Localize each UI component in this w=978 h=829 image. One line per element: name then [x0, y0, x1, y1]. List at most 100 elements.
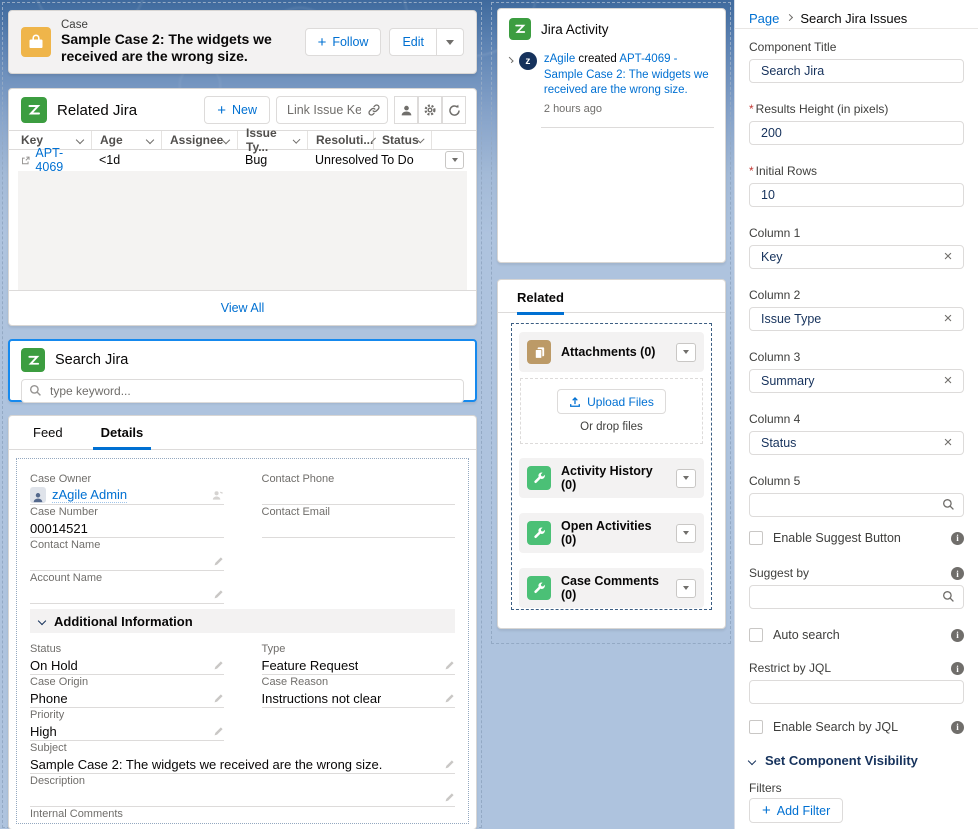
builder-region-main: Case Sample Case 2: The widgets we recei… — [2, 2, 482, 828]
chevron-down-icon — [76, 136, 84, 144]
column2-input[interactable] — [749, 307, 964, 331]
column4-input[interactable] — [749, 431, 964, 455]
issue-key-link[interactable]: APT-4069 — [35, 146, 83, 174]
section-additional-information[interactable]: Additional Information — [30, 609, 455, 633]
field-type: Type Feature Request — [262, 643, 456, 676]
column-header-resolution[interactable]: Resoluti... — [307, 131, 373, 149]
edit-pencil-icon[interactable] — [213, 660, 224, 671]
column-header-status[interactable]: Status — [373, 131, 431, 149]
related-jira-card: Related Jira + New — [8, 88, 477, 326]
breadcrumb-page-link[interactable]: Page — [749, 11, 779, 26]
edit-pencil-icon[interactable] — [444, 660, 455, 671]
enable-search-jql-checkbox[interactable] — [749, 720, 763, 734]
chevron-right-icon[interactable] — [507, 57, 513, 63]
collapse-button[interactable] — [676, 524, 696, 543]
search-jira-card-selected[interactable]: Search Jira — [8, 339, 477, 402]
chevron-down-icon — [683, 531, 689, 535]
file-dropzone[interactable]: Upload Files Or drop files — [520, 378, 703, 444]
edit-pencil-icon[interactable] — [444, 693, 455, 704]
plus-icon: + — [318, 35, 327, 50]
info-icon[interactable]: i — [951, 567, 964, 580]
clear-icon[interactable]: × — [940, 372, 956, 388]
column-header-issue-type[interactable]: Issue Ty... — [237, 131, 307, 149]
collapse-button[interactable] — [676, 579, 696, 598]
enable-suggest-checkbox[interactable] — [749, 531, 763, 545]
field-priority: Priority High — [30, 709, 224, 742]
upload-icon — [569, 396, 581, 408]
plus-icon: + — [762, 803, 771, 818]
column-header-age[interactable]: Age — [91, 131, 161, 149]
more-actions-button[interactable] — [437, 28, 464, 56]
edit-pencil-icon[interactable] — [213, 556, 224, 567]
restrict-jql-input[interactable] — [749, 680, 964, 704]
settings-button[interactable] — [418, 96, 442, 124]
avatar — [30, 487, 46, 503]
edit-pencil-icon[interactable] — [213, 726, 224, 737]
case-owner-link[interactable]: zAgile Admin — [52, 487, 127, 503]
column-header-assignee[interactable]: Assignee — [161, 131, 237, 149]
edit-button[interactable]: Edit — [389, 28, 437, 56]
row-actions-button[interactable] — [445, 151, 464, 169]
column1-group: Column 1 × — [749, 226, 964, 269]
refresh-button[interactable] — [442, 96, 466, 124]
info-icon[interactable]: i — [951, 532, 964, 545]
info-icon[interactable]: i — [951, 721, 964, 734]
suggest-by-input[interactable] — [749, 585, 964, 609]
field-contact-email: Contact Email — [262, 506, 456, 539]
edit-pencil-icon[interactable] — [213, 589, 224, 600]
column3-input[interactable] — [749, 369, 964, 393]
clear-icon[interactable]: × — [940, 310, 956, 326]
auto-search-checkbox[interactable] — [749, 628, 763, 642]
initial-rows-input[interactable] — [749, 183, 964, 207]
collapse-button[interactable] — [676, 343, 696, 362]
field-case-number: Case Number 00014521 — [30, 506, 224, 539]
chevron-down-icon — [452, 158, 458, 162]
tab-details[interactable]: Details — [93, 425, 152, 449]
activity-history-card: Activity History (0) — [519, 458, 704, 498]
field-status: Status On Hold — [30, 643, 224, 676]
component-title-group: Component Title — [749, 40, 964, 83]
search-keyword-input[interactable] — [21, 379, 464, 403]
jira-activity-card: Jira Activity z zAgile created APT-4069 … — [497, 8, 726, 263]
zagile-icon — [21, 97, 47, 123]
actor-link[interactable]: zAgile — [544, 53, 575, 65]
upload-files-button[interactable]: Upload Files — [557, 389, 666, 414]
results-height-input[interactable] — [749, 121, 964, 145]
clear-icon[interactable]: × — [940, 248, 956, 264]
set-component-visibility[interactable]: Set Component Visibility — [749, 753, 918, 768]
related-jira-title: Related Jira — [57, 102, 204, 119]
tab-related[interactable]: Related — [517, 290, 564, 315]
link-icon[interactable] — [367, 103, 381, 117]
tab-feed[interactable]: Feed — [25, 425, 71, 449]
search-icon[interactable] — [940, 588, 956, 604]
new-issue-button[interactable]: + New — [204, 96, 270, 124]
column3-group: Column 3 × — [749, 350, 964, 393]
breadcrumb: Page Search Jira Issues — [735, 0, 978, 29]
change-owner-icon[interactable] — [211, 489, 224, 502]
info-icon[interactable]: i — [951, 629, 964, 642]
edit-pencil-icon[interactable] — [444, 759, 455, 770]
column5-input[interactable] — [749, 493, 964, 517]
field-account-name: Account Name — [30, 572, 224, 605]
follow-button[interactable]: + Follow — [305, 28, 382, 56]
add-filter-button[interactable]: + Add Filter — [749, 798, 843, 823]
chevron-down-icon — [683, 350, 689, 354]
clear-icon[interactable]: × — [940, 434, 956, 450]
enable-suggest-row: Enable Suggest Button i — [749, 531, 964, 545]
search-icon[interactable] — [940, 496, 956, 512]
suggest-by-group: Suggest by i — [749, 566, 964, 609]
edit-pencil-icon[interactable] — [213, 693, 224, 704]
case-title: Sample Case 2: The widgets we received a… — [61, 31, 305, 66]
case-highlights-card: Case Sample Case 2: The widgets we recei… — [8, 10, 477, 74]
record-details-region: Case Owner zAgile Admin — [16, 458, 469, 824]
assign-user-button[interactable] — [394, 96, 418, 124]
open-activities-card: Open Activities (0) — [519, 513, 704, 553]
info-icon[interactable]: i — [951, 662, 964, 675]
column1-input[interactable] — [749, 245, 964, 269]
collapse-button[interactable] — [676, 469, 696, 488]
edit-pencil-icon[interactable] — [444, 792, 455, 803]
activity-verb: created — [578, 53, 616, 65]
component-title-input[interactable] — [749, 59, 964, 83]
field-subject: Subject Sample Case 2: The widgets we re… — [30, 742, 455, 775]
view-all-link[interactable]: View All — [221, 301, 265, 315]
